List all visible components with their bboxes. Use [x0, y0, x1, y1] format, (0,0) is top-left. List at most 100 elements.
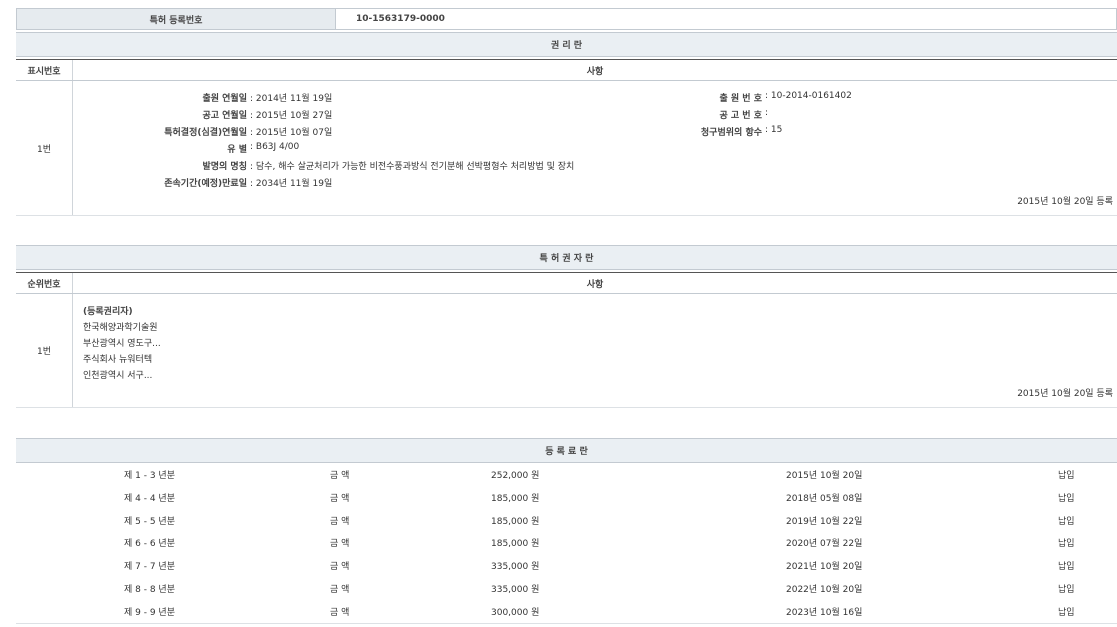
fee-row: 제 6 - 6 년분 금 액 185,000 원 2020년 07월 22일 납입	[16, 531, 1117, 554]
registration-number-label: 특허 등록번호	[16, 8, 336, 30]
registration-number-label-text: 특허 등록번호	[150, 13, 203, 26]
fee-amount-label: 금 액	[330, 536, 349, 549]
field-label-publication-number: 공 고 번 호	[719, 108, 762, 121]
holder-line-type: (등록권리자)	[83, 304, 133, 317]
field-value-expiry-date-text: 2034년 11월 19일	[256, 179, 332, 189]
fee-period: 제 4 - 4 년분	[124, 491, 175, 504]
field-value-publication-date: : 2015년 10월 27일	[250, 108, 332, 121]
fee-status: 납입	[1058, 559, 1075, 572]
fee-amount: 335,000 원	[491, 582, 539, 595]
holders-row: 1번 (등록권리자) 한국해양과학기술원 부산광역시 영도구... 주식회사 뉴…	[16, 294, 1117, 408]
fee-status: 납입	[1058, 468, 1075, 481]
holders-col-num: 순위번호	[16, 273, 73, 293]
holders-column-header: 순위번호 사항	[16, 272, 1117, 294]
field-value-expiry-date: : 2034년 11월 19일	[250, 176, 332, 189]
field-value-classification-text: B63J 4/00	[256, 142, 299, 152]
fee-status: 납입	[1058, 605, 1075, 618]
fee-paid-date: 2020년 07월 22일	[786, 536, 862, 549]
holder-line-address-2: 인천광역시 서구...	[83, 368, 152, 381]
registration-number-value-text: 10-1563179-0000	[356, 14, 445, 24]
fees-table: 제 1 - 3 년분금 액252,000 원2015년 10월 20일납입제 4…	[16, 463, 1117, 624]
fee-paid-date: 2021년 10월 20일	[786, 559, 862, 572]
rights-row-num-text: 1번	[37, 142, 51, 155]
fee-row: 제 5 - 5 년분 금 액 185,000 원 2019년 10월 22일 납입	[16, 509, 1117, 532]
field-value-decision-date-text: 2015년 10월 07일	[256, 128, 332, 138]
fees-title: 등 록 료 란	[545, 444, 588, 457]
holder-line-address-1: 부산광역시 영도구...	[83, 336, 161, 349]
fee-period: 제 5 - 5 년분	[124, 514, 175, 527]
holders-row-num: 1번	[16, 294, 73, 407]
field-value-claims-count: : 15	[765, 125, 782, 135]
holder-line-name-2: 주식회사 뉴워터텍	[83, 352, 152, 365]
fee-paid-date: 2023년 10월 16일	[786, 605, 862, 618]
rights-col-content-text: 사항	[587, 64, 604, 77]
fee-row: 제 1 - 3 년분금 액252,000 원2015년 10월 20일납입	[16, 463, 1117, 486]
field-label-decision-date: 특허결정(심결)연월일	[164, 125, 247, 138]
fee-row: 제 8 - 8 년분 금 액 335,000 원 2022년 10월 20일 납입	[16, 577, 1117, 600]
field-label-application-number: 출 원 번 호	[719, 91, 762, 104]
fee-status: 납입	[1058, 491, 1075, 504]
rights-title: 권 리 란	[551, 38, 582, 51]
rights-col-num: 표시번호	[16, 60, 73, 80]
field-value-publication-date-text: 2015년 10월 27일	[256, 111, 332, 121]
holders-title-bar: 특 허 권 자 란	[16, 245, 1117, 270]
fee-paid-date: 2015년 10월 20일	[786, 468, 862, 481]
fee-amount: 185,000 원	[491, 536, 539, 549]
rights-row: 1번 출원 연월일 : 2014년 11월 19일 공고 연월일 : 2015년…	[16, 81, 1117, 216]
fee-period: 제 1 - 3 년분	[124, 468, 175, 481]
fee-amount-label: 금 액	[330, 605, 349, 618]
rights-section: 권 리 란 표시번호 사항 1번 출원 연월일 : 2014년 11월 19일 …	[16, 32, 1117, 217]
holders-title: 특 허 권 자 란	[540, 251, 594, 264]
field-value-claims-count-text: 15	[771, 125, 782, 135]
fee-amount-label: 금 액	[330, 582, 349, 595]
fee-amount-label: 금 액	[330, 514, 349, 527]
fee-amount: 185,000 원	[491, 514, 539, 527]
registration-number-value: 10-1563179-0000	[336, 8, 1117, 30]
fee-status: 납입	[1058, 514, 1075, 527]
fee-amount-label: 금 액	[330, 559, 349, 572]
rights-title-bar: 권 리 란	[16, 32, 1117, 57]
field-label-claims-count: 청구범위의 항수	[701, 125, 762, 138]
fee-period: 제 8 - 8 년분	[124, 582, 175, 595]
field-value-classification: : B63J 4/00	[250, 142, 299, 152]
field-value-decision-date: : 2015년 10월 07일	[250, 125, 332, 138]
field-value-invention-title: : 담수, 해수 살균처리가 가능한 비전수풍과방식 전기분해 선박평형수 처리…	[250, 159, 574, 172]
holders-registered-date: 2015년 10월 20일 등록	[1017, 386, 1113, 399]
fee-paid-date: 2022년 10월 20일	[786, 582, 862, 595]
fee-period: 제 7 - 7 년분	[124, 559, 175, 572]
fee-amount: 300,000 원	[491, 605, 539, 618]
fee-row: 제 4 - 4 년분금 액185,000 원2018년 05월 08일납입	[16, 486, 1117, 509]
rights-col-content: 사항	[73, 60, 1117, 80]
rights-registered-date: 2015년 10월 20일 등록	[1017, 194, 1113, 207]
field-label-invention-title: 발명의 명칭	[202, 159, 247, 172]
fee-status: 납입	[1058, 536, 1075, 549]
field-value-application-number: : 10-2014-0161402	[765, 91, 852, 101]
holders-col-content: 사항	[73, 273, 1117, 293]
fee-period: 제 6 - 6 년분	[124, 536, 175, 549]
fee-paid-date: 2019년 10월 22일	[786, 514, 862, 527]
holders-col-num-text: 순위번호	[27, 277, 60, 290]
fee-row: 제 7 - 7 년분 금 액 335,000 원 2021년 10월 20일 납입	[16, 554, 1117, 577]
field-value-application-date: : 2014년 11월 19일	[250, 91, 332, 104]
holders-section: 특 허 권 자 란 순위번호 사항 1번 (등록권리자) 한국해양과학기술원 부…	[16, 245, 1117, 410]
rights-row-num: 1번	[16, 81, 73, 215]
fee-status: 납입	[1058, 582, 1075, 595]
field-label-classification: 유 별	[227, 142, 247, 155]
holders-row-num-text: 1번	[37, 344, 51, 357]
field-label-expiry-date: 존속기간(예정)만료일	[164, 176, 247, 189]
field-value-invention-title-text: 담수, 해수 살균처리가 가능한 비전수풍과방식 전기분해 선박평형수 처리방법…	[256, 162, 574, 172]
rights-col-num-text: 표시번호	[27, 64, 60, 77]
fee-row: 제 9 - 9 년분 금 액 300,000 원 2023년 10월 16일 납입	[16, 600, 1117, 623]
fees-title-bar: 등 록 료 란	[16, 438, 1117, 463]
field-label-publication-date: 공고 연월일	[202, 108, 247, 121]
field-value-application-number-text: 10-2014-0161402	[771, 91, 852, 101]
fee-period: 제 9 - 9 년분	[124, 605, 175, 618]
field-value-publication-number: :	[765, 108, 768, 118]
fee-amount: 335,000 원	[491, 559, 539, 572]
fee-amount: 185,000 원	[491, 491, 539, 504]
registration-header: 특허 등록번호 10-1563179-0000	[16, 8, 1117, 30]
fees-section: 등 록 료 란 제 1 - 3 년분금 액 252,000 원 2015년 10월 …	[16, 438, 1117, 624]
fee-amount: 252,000 원	[491, 468, 539, 481]
fee-amount-label: 금 액	[330, 491, 349, 504]
holder-line-name-1: 한국해양과학기술원	[83, 320, 158, 333]
